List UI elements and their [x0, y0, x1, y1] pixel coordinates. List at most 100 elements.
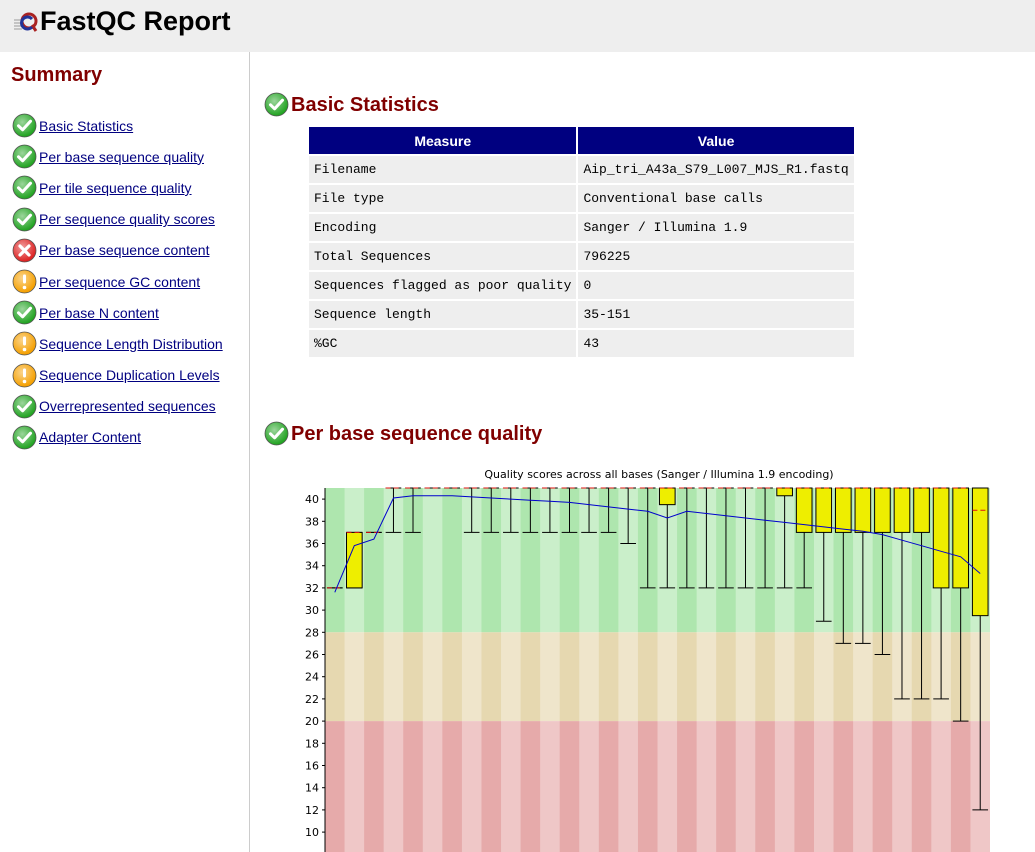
- summary-link-adapter-content[interactable]: Adapter Content: [39, 429, 141, 445]
- report-title: FastQC Report: [40, 6, 231, 36]
- summary-link-per-base-sequence-content[interactable]: Per base sequence content: [39, 242, 209, 258]
- summary-list: Basic Statistics Per base sequence quali…: [12, 110, 223, 453]
- pass-icon: [12, 175, 37, 200]
- value-cell: 796225: [578, 243, 854, 270]
- column-stripe: [501, 488, 521, 852]
- summary-item-adapter-content: Adapter Content: [12, 422, 223, 453]
- report-main: Basic Statistics Measure Value Filename …: [250, 52, 1035, 852]
- value-cell: 35-151: [578, 301, 854, 328]
- box-iqr: [971, 487, 989, 617]
- table-row: File type Conventional base calls: [309, 185, 854, 212]
- section-heading: Per base sequence quality: [264, 421, 542, 446]
- warn-icon: [12, 331, 37, 356]
- pass-icon: [12, 113, 37, 138]
- per-base-quality-section: Per base sequence quality: [264, 421, 542, 446]
- summary-item-per-base-sequence-content: Per base sequence content: [12, 235, 223, 266]
- warn-icon: [12, 269, 37, 294]
- pass-icon: [12, 207, 37, 232]
- y-tick-label: 16: [305, 760, 319, 773]
- box-iqr: [658, 487, 676, 506]
- summary-link-per-sequence-gc-content[interactable]: Per sequence GC content: [39, 274, 200, 290]
- chart-title: Quality scores across all bases (Sanger …: [484, 468, 833, 481]
- summary-item-basic-statistics: Basic Statistics: [12, 110, 223, 141]
- summary-title: Summary: [11, 64, 103, 86]
- measure-cell: %GC: [309, 330, 577, 357]
- y-tick-label: 12: [305, 804, 319, 817]
- summary-link-sequence-length-distribution[interactable]: Sequence Length Distribution: [39, 336, 223, 352]
- y-tick-label: 34: [305, 560, 319, 573]
- summary-link-per-base-sequence-quality[interactable]: Per base sequence quality: [39, 149, 204, 165]
- y-tick-label: 28: [305, 626, 319, 639]
- measure-cell: Filename: [309, 156, 577, 183]
- y-tick-label: 20: [305, 715, 319, 728]
- table-header-row: Measure Value: [309, 127, 854, 154]
- box-iqr: [893, 487, 911, 533]
- box-iqr: [834, 487, 852, 533]
- y-tick-label: 18: [305, 737, 319, 750]
- measure-cell: Total Sequences: [309, 243, 577, 270]
- summary-item-sequence-length-distribution: Sequence Length Distribution: [12, 328, 223, 359]
- fail-icon: [12, 238, 37, 263]
- summary-link-basic-statistics[interactable]: Basic Statistics: [39, 118, 133, 134]
- y-tick-label: 10: [305, 826, 319, 839]
- basic-statistics-section: Basic Statistics: [264, 92, 439, 117]
- summary-item-per-sequence-gc-content: Per sequence GC content: [12, 266, 223, 297]
- column-stripe: [461, 488, 482, 852]
- basic-statistics-title: Basic Statistics: [291, 94, 439, 116]
- box-iqr: [346, 531, 363, 589]
- pass-icon: [12, 425, 37, 450]
- summary-item-sequence-duplication-levels: Sequence Duplication Levels: [12, 360, 223, 391]
- y-tick-label: 22: [305, 693, 319, 706]
- box-iqr: [874, 487, 891, 533]
- column-stripe: [422, 488, 443, 852]
- box-iqr: [854, 487, 872, 533]
- table-row: Filename Aip_tri_A43a_S79_L007_MJS_R1.fa…: [309, 156, 854, 183]
- table-row: Encoding Sanger / Illumina 1.9: [309, 214, 854, 241]
- value-cell: Sanger / Illumina 1.9: [578, 214, 854, 241]
- summary-link-overrepresented-sequences[interactable]: Overrepresented sequences: [39, 398, 216, 414]
- y-tick-label: 32: [305, 582, 319, 595]
- value-cell: Aip_tri_A43a_S79_L007_MJS_R1.fastq: [578, 156, 854, 183]
- summary-link-per-sequence-quality-scores[interactable]: Per sequence quality scores: [39, 211, 215, 227]
- y-tick-label: 24: [305, 671, 319, 684]
- y-tick-label: 36: [305, 538, 319, 551]
- summary-link-per-base-n-content[interactable]: Per base N content: [39, 305, 159, 321]
- measure-cell: Sequence length: [309, 301, 577, 328]
- column-header-value: Value: [578, 127, 854, 154]
- pass-icon: [264, 421, 289, 446]
- column-stripe: [579, 488, 599, 852]
- measure-cell: File type: [309, 185, 577, 212]
- y-tick-label: 40: [305, 493, 319, 506]
- y-tick-label: 14: [305, 782, 319, 795]
- table-row: Sequence length 35-151: [309, 301, 854, 328]
- fastqc-logo-icon: [14, 12, 38, 32]
- y-tick-label: 26: [305, 649, 319, 662]
- measure-cell: Sequences flagged as poor quality: [309, 272, 577, 299]
- section-heading: Basic Statistics: [264, 92, 439, 117]
- quality-box: [346, 531, 363, 589]
- pass-icon: [12, 300, 37, 325]
- box-iqr: [776, 487, 793, 497]
- y-tick-label: 38: [305, 515, 319, 528]
- y-tick-label: 30: [305, 604, 319, 617]
- table-row: Total Sequences 796225: [309, 243, 854, 270]
- pass-icon: [264, 92, 289, 117]
- summary-item-overrepresented-sequences: Overrepresented sequences: [12, 391, 223, 422]
- box-iqr: [913, 487, 930, 533]
- summary-item-per-sequence-quality-scores: Per sequence quality scores: [12, 204, 223, 235]
- summary-item-per-base-n-content: Per base N content: [12, 297, 223, 328]
- chart-axes: 10 12 14 16 18 20 22 24 26 28 30 32 34 36 38 40: [305, 488, 326, 852]
- box-iqr: [815, 487, 833, 533]
- summary-item-per-base-sequence-quality: Per base sequence quality: [12, 141, 223, 172]
- summary-item-per-tile-sequence-quality: Per tile sequence quality: [12, 172, 223, 203]
- summary-link-sequence-duplication-levels[interactable]: Sequence Duplication Levels: [39, 367, 220, 383]
- box-iqr: [932, 487, 950, 589]
- summary-sidebar: Summary Basic Statistics Per base sequen…: [0, 52, 250, 852]
- column-header-measure: Measure: [309, 127, 577, 154]
- basic-statistics-table: Measure Value Filename Aip_tri_A43a_S79_…: [307, 125, 856, 359]
- pass-icon: [12, 144, 37, 169]
- value-cell: Conventional base calls: [578, 185, 854, 212]
- table-row: %GC 43: [309, 330, 854, 357]
- summary-link-per-tile-sequence-quality[interactable]: Per tile sequence quality: [39, 180, 192, 196]
- value-cell: 0: [578, 272, 854, 299]
